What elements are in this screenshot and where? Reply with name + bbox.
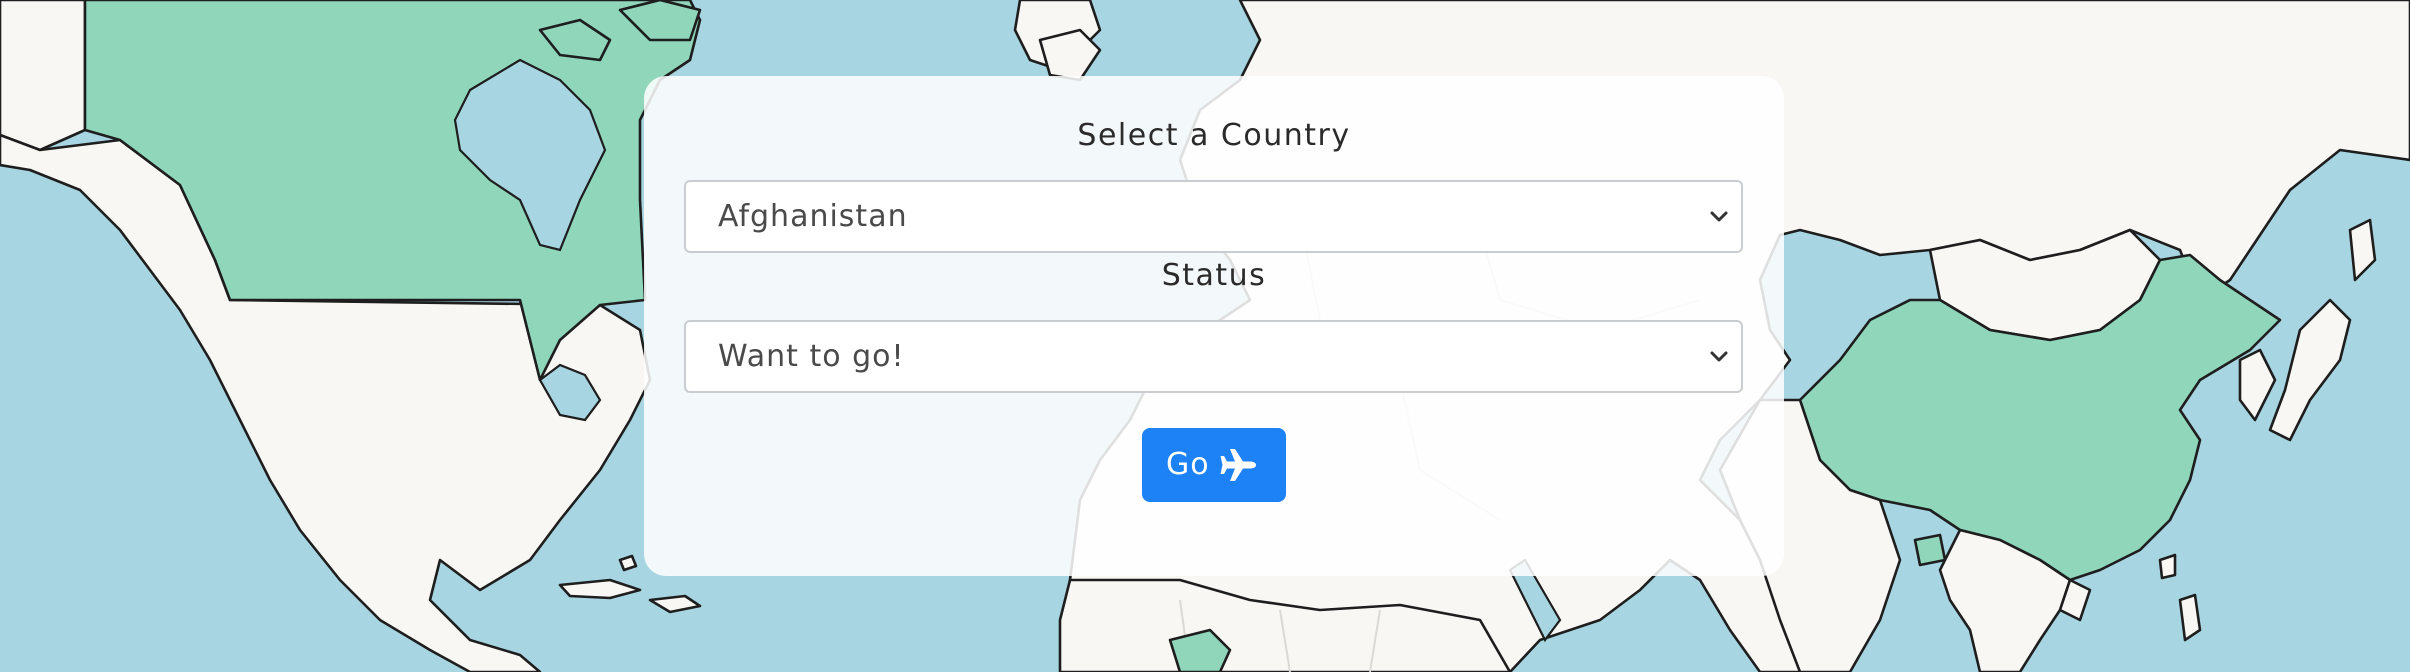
status-select-value: Want to go! xyxy=(718,339,905,374)
chevron-down-icon xyxy=(1710,211,1728,222)
chevron-down-icon xyxy=(1710,351,1728,362)
country-form-panel: Select a Country Afghanistan Status Want… xyxy=(644,76,1784,576)
status-select[interactable]: Want to go! xyxy=(684,320,1743,393)
status-label: Status xyxy=(1161,258,1267,293)
go-button[interactable]: Go xyxy=(1142,428,1286,502)
plane-icon xyxy=(1220,449,1256,481)
country-select-value: Afghanistan xyxy=(718,199,908,234)
country-select[interactable]: Afghanistan xyxy=(684,180,1743,253)
go-button-label: Go xyxy=(1166,447,1210,482)
country-label: Select a Country xyxy=(1077,118,1351,153)
